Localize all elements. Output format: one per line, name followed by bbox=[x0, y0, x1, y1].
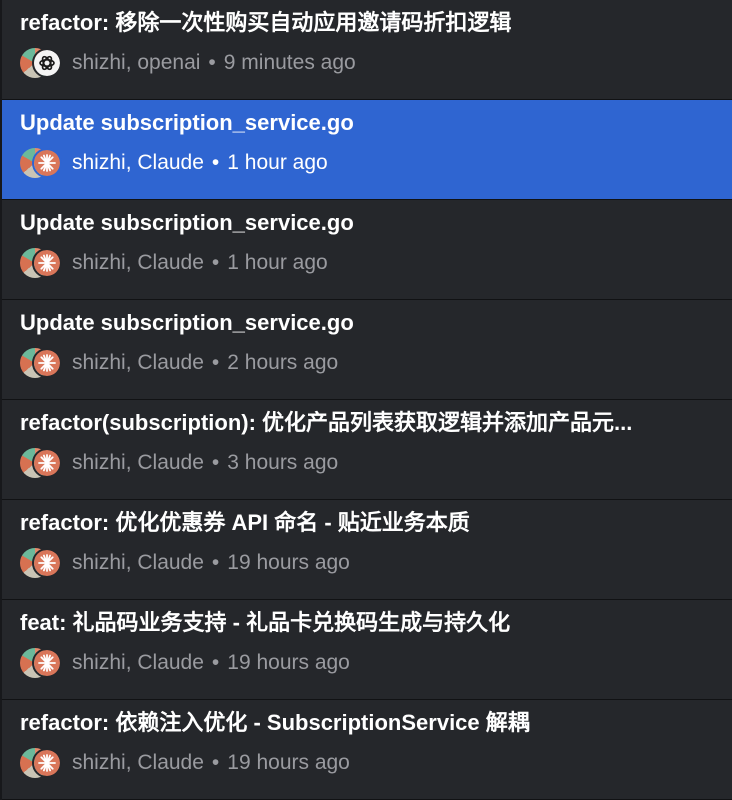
commit-authors: shizhi, Claude bbox=[72, 551, 204, 574]
meta-separator: • bbox=[211, 151, 220, 174]
commit-row[interactable]: refactor: 优化优惠券 API 命名 - 贴近业务本质 shizhi, … bbox=[2, 500, 732, 600]
claude-icon bbox=[32, 448, 62, 478]
author-avatars bbox=[20, 148, 64, 178]
commit-meta: shizhi, Claude • 1 hour ago bbox=[20, 148, 328, 178]
claude-icon bbox=[32, 748, 62, 778]
meta-separator: • bbox=[211, 751, 220, 774]
commit-title: refactor: 优化优惠券 API 命名 - 贴近业务本质 bbox=[20, 510, 470, 535]
commit-row[interactable]: Update subscription_service.go shizhi, C… bbox=[2, 300, 732, 400]
claude-icon bbox=[32, 148, 62, 178]
commit-time: 3 hours ago bbox=[227, 451, 339, 474]
commit-authors: shizhi, Claude bbox=[72, 651, 204, 674]
meta-separator: • bbox=[211, 551, 220, 574]
claude-icon bbox=[32, 348, 62, 378]
author-avatars bbox=[20, 548, 64, 578]
commit-time: 19 hours ago bbox=[227, 751, 350, 774]
commit-row[interactable]: refactor: 依赖注入优化 - SubscriptionService 解… bbox=[2, 700, 732, 800]
openai-icon bbox=[32, 48, 62, 78]
meta-separator: • bbox=[211, 451, 220, 474]
commit-time: 1 hour ago bbox=[227, 251, 328, 274]
author-avatars bbox=[20, 448, 64, 478]
commit-time: 19 hours ago bbox=[227, 551, 350, 574]
commit-time: 1 hour ago bbox=[227, 151, 328, 174]
commit-authors: shizhi, Claude bbox=[72, 151, 204, 174]
meta-separator: • bbox=[208, 51, 216, 74]
commit-meta: shizhi, Claude • 19 hours ago bbox=[20, 548, 350, 578]
meta-separator: • bbox=[211, 651, 220, 674]
author-avatars bbox=[20, 348, 64, 378]
commit-meta: shizhi, Claude • 2 hours ago bbox=[20, 348, 338, 378]
commit-title: Update subscription_service.go bbox=[20, 110, 354, 135]
commit-authors: shizhi, openai bbox=[72, 51, 201, 74]
commit-title: feat: 礼品码业务支持 - 礼品卡兑换码生成与持久化 bbox=[20, 610, 511, 635]
commit-row-selected[interactable]: Update subscription_service.go shizhi, C… bbox=[2, 100, 732, 200]
author-avatars bbox=[20, 48, 64, 78]
commit-meta: shizhi, openai • 9 minutes ago bbox=[20, 48, 356, 78]
claude-icon bbox=[32, 248, 62, 278]
commit-meta: shizhi, Claude • 19 hours ago bbox=[20, 648, 350, 678]
claude-icon bbox=[32, 548, 62, 578]
commit-meta: shizhi, Claude • 19 hours ago bbox=[20, 748, 350, 778]
commit-row[interactable]: Update subscription_service.go shizhi, C… bbox=[2, 200, 732, 300]
author-avatars bbox=[20, 648, 64, 678]
author-avatars bbox=[20, 748, 64, 778]
commit-meta: shizhi, Claude • 3 hours ago bbox=[20, 448, 338, 478]
commit-row[interactable]: refactor: 移除一次性购买自动应用邀请码折扣逻辑 shizhi, ope… bbox=[2, 0, 732, 100]
commit-title: refactor(subscription): 优化产品列表获取逻辑并添加产品元… bbox=[20, 410, 633, 435]
commit-authors: shizhi, Claude bbox=[72, 751, 204, 774]
author-avatars bbox=[20, 248, 64, 278]
commit-history-list: refactor: 移除一次性购买自动应用邀请码折扣逻辑 shizhi, ope… bbox=[0, 0, 732, 800]
claude-icon bbox=[32, 648, 62, 678]
meta-separator: • bbox=[211, 351, 220, 374]
commit-row[interactable]: feat: 礼品码业务支持 - 礼品卡兑换码生成与持久化 shizhi, Cla… bbox=[2, 600, 732, 700]
commit-authors: shizhi, Claude bbox=[72, 451, 204, 474]
commit-authors: shizhi, Claude bbox=[72, 351, 204, 374]
commit-time: 2 hours ago bbox=[227, 351, 339, 374]
commit-title: refactor: 依赖注入优化 - SubscriptionService 解… bbox=[20, 710, 530, 735]
commit-time: 19 hours ago bbox=[227, 651, 350, 674]
meta-separator: • bbox=[211, 251, 220, 274]
commit-title: Update subscription_service.go bbox=[20, 210, 354, 235]
commit-meta: shizhi, Claude • 1 hour ago bbox=[20, 248, 328, 278]
commit-title: Update subscription_service.go bbox=[20, 310, 354, 335]
commit-time: 9 minutes ago bbox=[223, 51, 356, 74]
commit-title: refactor: 移除一次性购买自动应用邀请码折扣逻辑 bbox=[20, 10, 512, 35]
commit-row[interactable]: refactor(subscription): 优化产品列表获取逻辑并添加产品元… bbox=[2, 400, 732, 500]
commit-authors: shizhi, Claude bbox=[72, 251, 204, 274]
